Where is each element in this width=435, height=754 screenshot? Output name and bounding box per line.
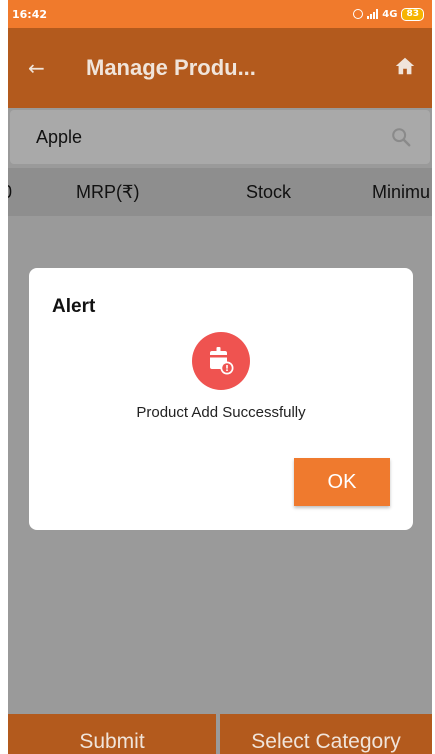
ok-button[interactable]: OK — [294, 458, 390, 506]
column-header-mrp: MRP(₹) — [76, 182, 140, 202]
column-header-minimum: Minimu — [372, 182, 431, 202]
back-arrow-icon[interactable]: ← — [28, 56, 58, 80]
product-alert-icon — [192, 332, 250, 390]
status-time: 16:42 — [12, 7, 48, 21]
alert-dialog: Alert Product Add Successfully OK — [29, 268, 413, 530]
search-icon[interactable] — [390, 126, 412, 148]
product-box-icon — [210, 347, 234, 375]
status-indicators: 4G 83 — [353, 7, 424, 21]
status-bar: 16:42 4G 83 — [8, 0, 432, 28]
submit-button[interactable]: Submit — [8, 714, 216, 754]
search-bar[interactable]: Apple — [10, 110, 430, 164]
battery-level: 83 — [406, 8, 419, 19]
column-header-stock: Stock — [246, 182, 292, 202]
column-header-partial: 0 — [8, 182, 12, 203]
signal-icon — [367, 9, 379, 19]
bottom-action-bar: Submit Select Category — [8, 714, 432, 754]
dialog-title: Alert — [52, 296, 96, 317]
search-input[interactable]: Apple — [36, 127, 390, 148]
page-title: Manage Produ... — [86, 55, 256, 80]
app-bar: ← Manage Produ... — [8, 28, 432, 108]
dialog-message: Product Add Successfully — [136, 404, 306, 421]
alarm-clock-icon — [353, 9, 364, 19]
table-header: 0 MRP(₹) Stock Minimu — [8, 168, 432, 216]
home-button[interactable] — [394, 55, 416, 81]
select-category-button[interactable]: Select Category — [220, 714, 432, 754]
network-type: 4G — [382, 8, 398, 20]
app-screen: 16:42 4G 83 ← Manage Produ... Apple 0 — [8, 0, 432, 754]
home-icon — [395, 57, 415, 75]
battery-icon: 83 — [401, 7, 424, 21]
